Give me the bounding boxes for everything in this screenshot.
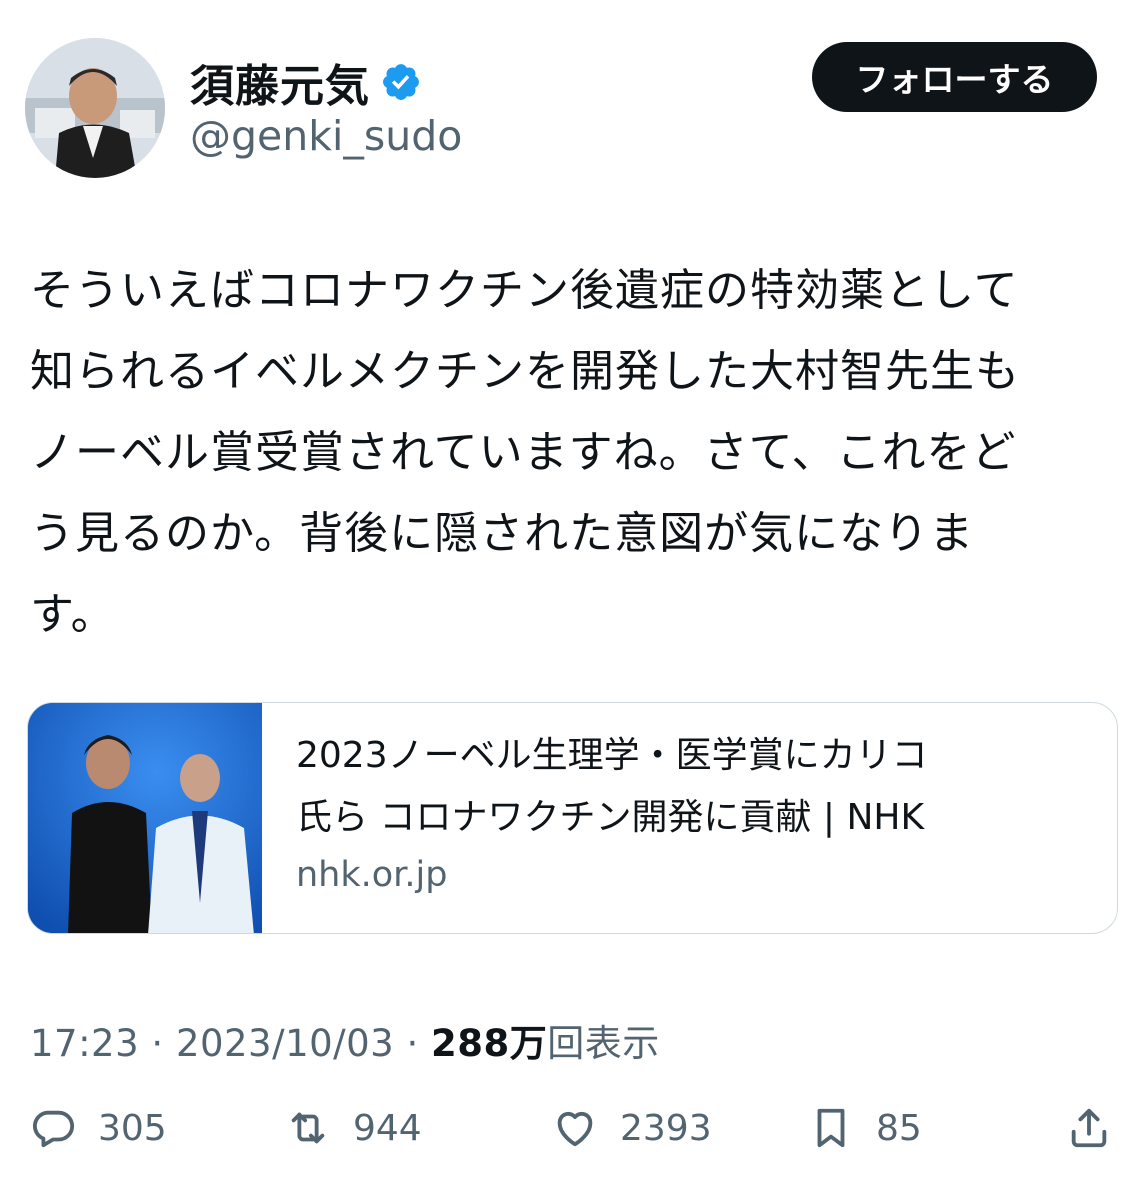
- retweet-icon: [291, 1112, 325, 1144]
- author-name[interactable]: 須藤元気: [190, 50, 370, 114]
- author-handle[interactable]: @genki_sudo: [190, 112, 462, 160]
- link-card-domain: nhk.or.jp: [296, 855, 448, 895]
- link-card-body: 2023ノーベル生理学・医学賞にカリコ 氏ら コロナワクチン開発に貢献 | NH…: [262, 703, 1076, 933]
- tweet-text: そういえばコロナワクチン後遺症の特効薬として 知られるイベルメクチンを開発した大…: [30, 265, 1020, 640]
- avatar-image: [25, 38, 165, 178]
- avatar[interactable]: [25, 38, 165, 178]
- retweet-button[interactable]: 944: [285, 1105, 422, 1151]
- verified-badge-icon: [383, 64, 419, 100]
- reply-count: 305: [98, 1107, 167, 1149]
- meta-separator: ·: [139, 1022, 176, 1065]
- tweet-date[interactable]: 2023/10/03: [176, 1022, 394, 1065]
- link-card-title[interactable]: 2023ノーベル生理学・医学賞にカリコ 氏ら コロナワクチン開発に貢献 | NH…: [296, 725, 1076, 849]
- heart-icon: [557, 1111, 593, 1147]
- bookmark-button[interactable]: 85: [808, 1105, 922, 1151]
- like-count: 2393: [620, 1107, 712, 1149]
- bookmark-icon: [817, 1108, 845, 1148]
- retweet-count: 944: [353, 1107, 422, 1149]
- bookmark-count: 85: [876, 1107, 922, 1149]
- nobel-laureates-photo-icon: [28, 703, 262, 933]
- views-count: 288万: [431, 1022, 548, 1065]
- follow-button[interactable]: フォローする: [812, 42, 1097, 112]
- share-button[interactable]: [1066, 1105, 1112, 1151]
- link-card-image: [28, 703, 262, 933]
- tweet-meta: 17:23 · 2023/10/03 · 288万回表示: [30, 1013, 660, 1067]
- link-card[interactable]: 2023ノーベル生理学・医学賞にカリコ 氏ら コロナワクチン開発に貢献 | NH…: [27, 702, 1118, 934]
- author-name-row: 須藤元気: [190, 50, 422, 114]
- action-bar: 305 944 2393 85: [0, 1105, 1147, 1175]
- reply-icon: [33, 1110, 75, 1148]
- views-label: 回表示: [547, 1022, 660, 1065]
- meta-separator: ·: [394, 1022, 431, 1065]
- reply-button[interactable]: 305: [30, 1105, 167, 1151]
- tweet-time[interactable]: 17:23: [30, 1022, 139, 1065]
- share-icon: [1071, 1108, 1107, 1148]
- like-button[interactable]: 2393: [552, 1105, 712, 1151]
